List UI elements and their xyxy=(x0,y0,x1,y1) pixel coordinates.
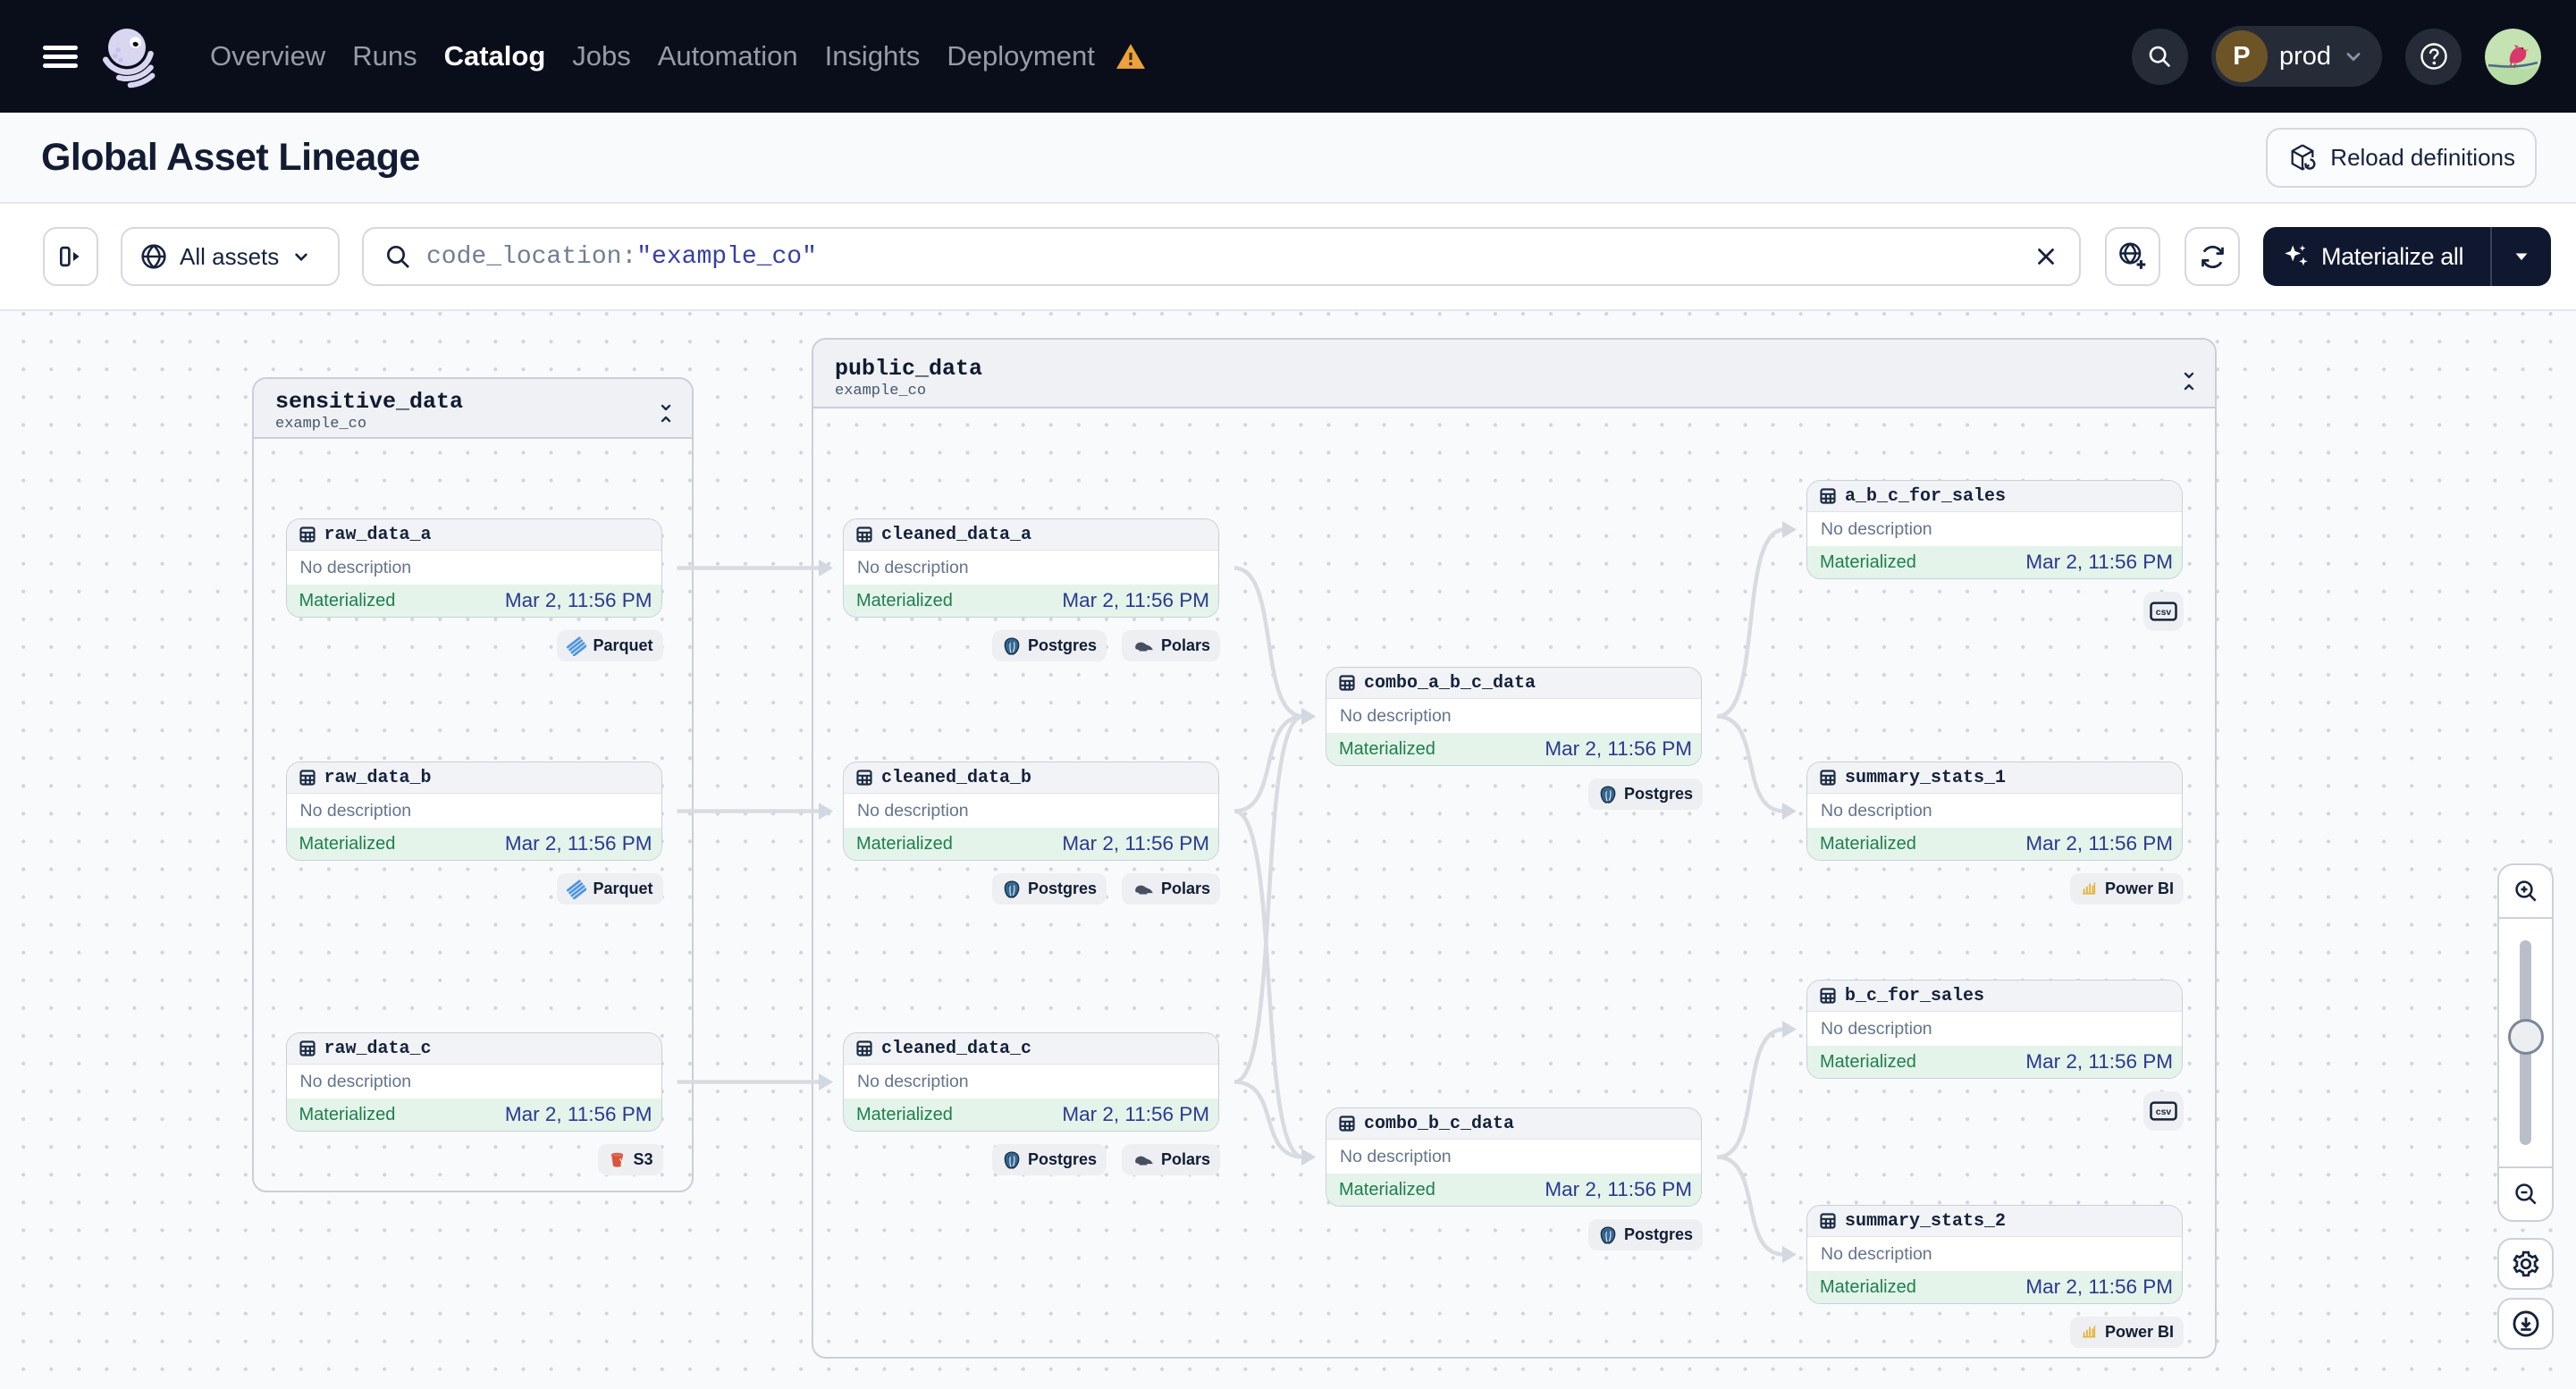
svg-text:csv: csv xyxy=(2156,608,2172,618)
svg-text:csv: csv xyxy=(2156,1107,2172,1117)
